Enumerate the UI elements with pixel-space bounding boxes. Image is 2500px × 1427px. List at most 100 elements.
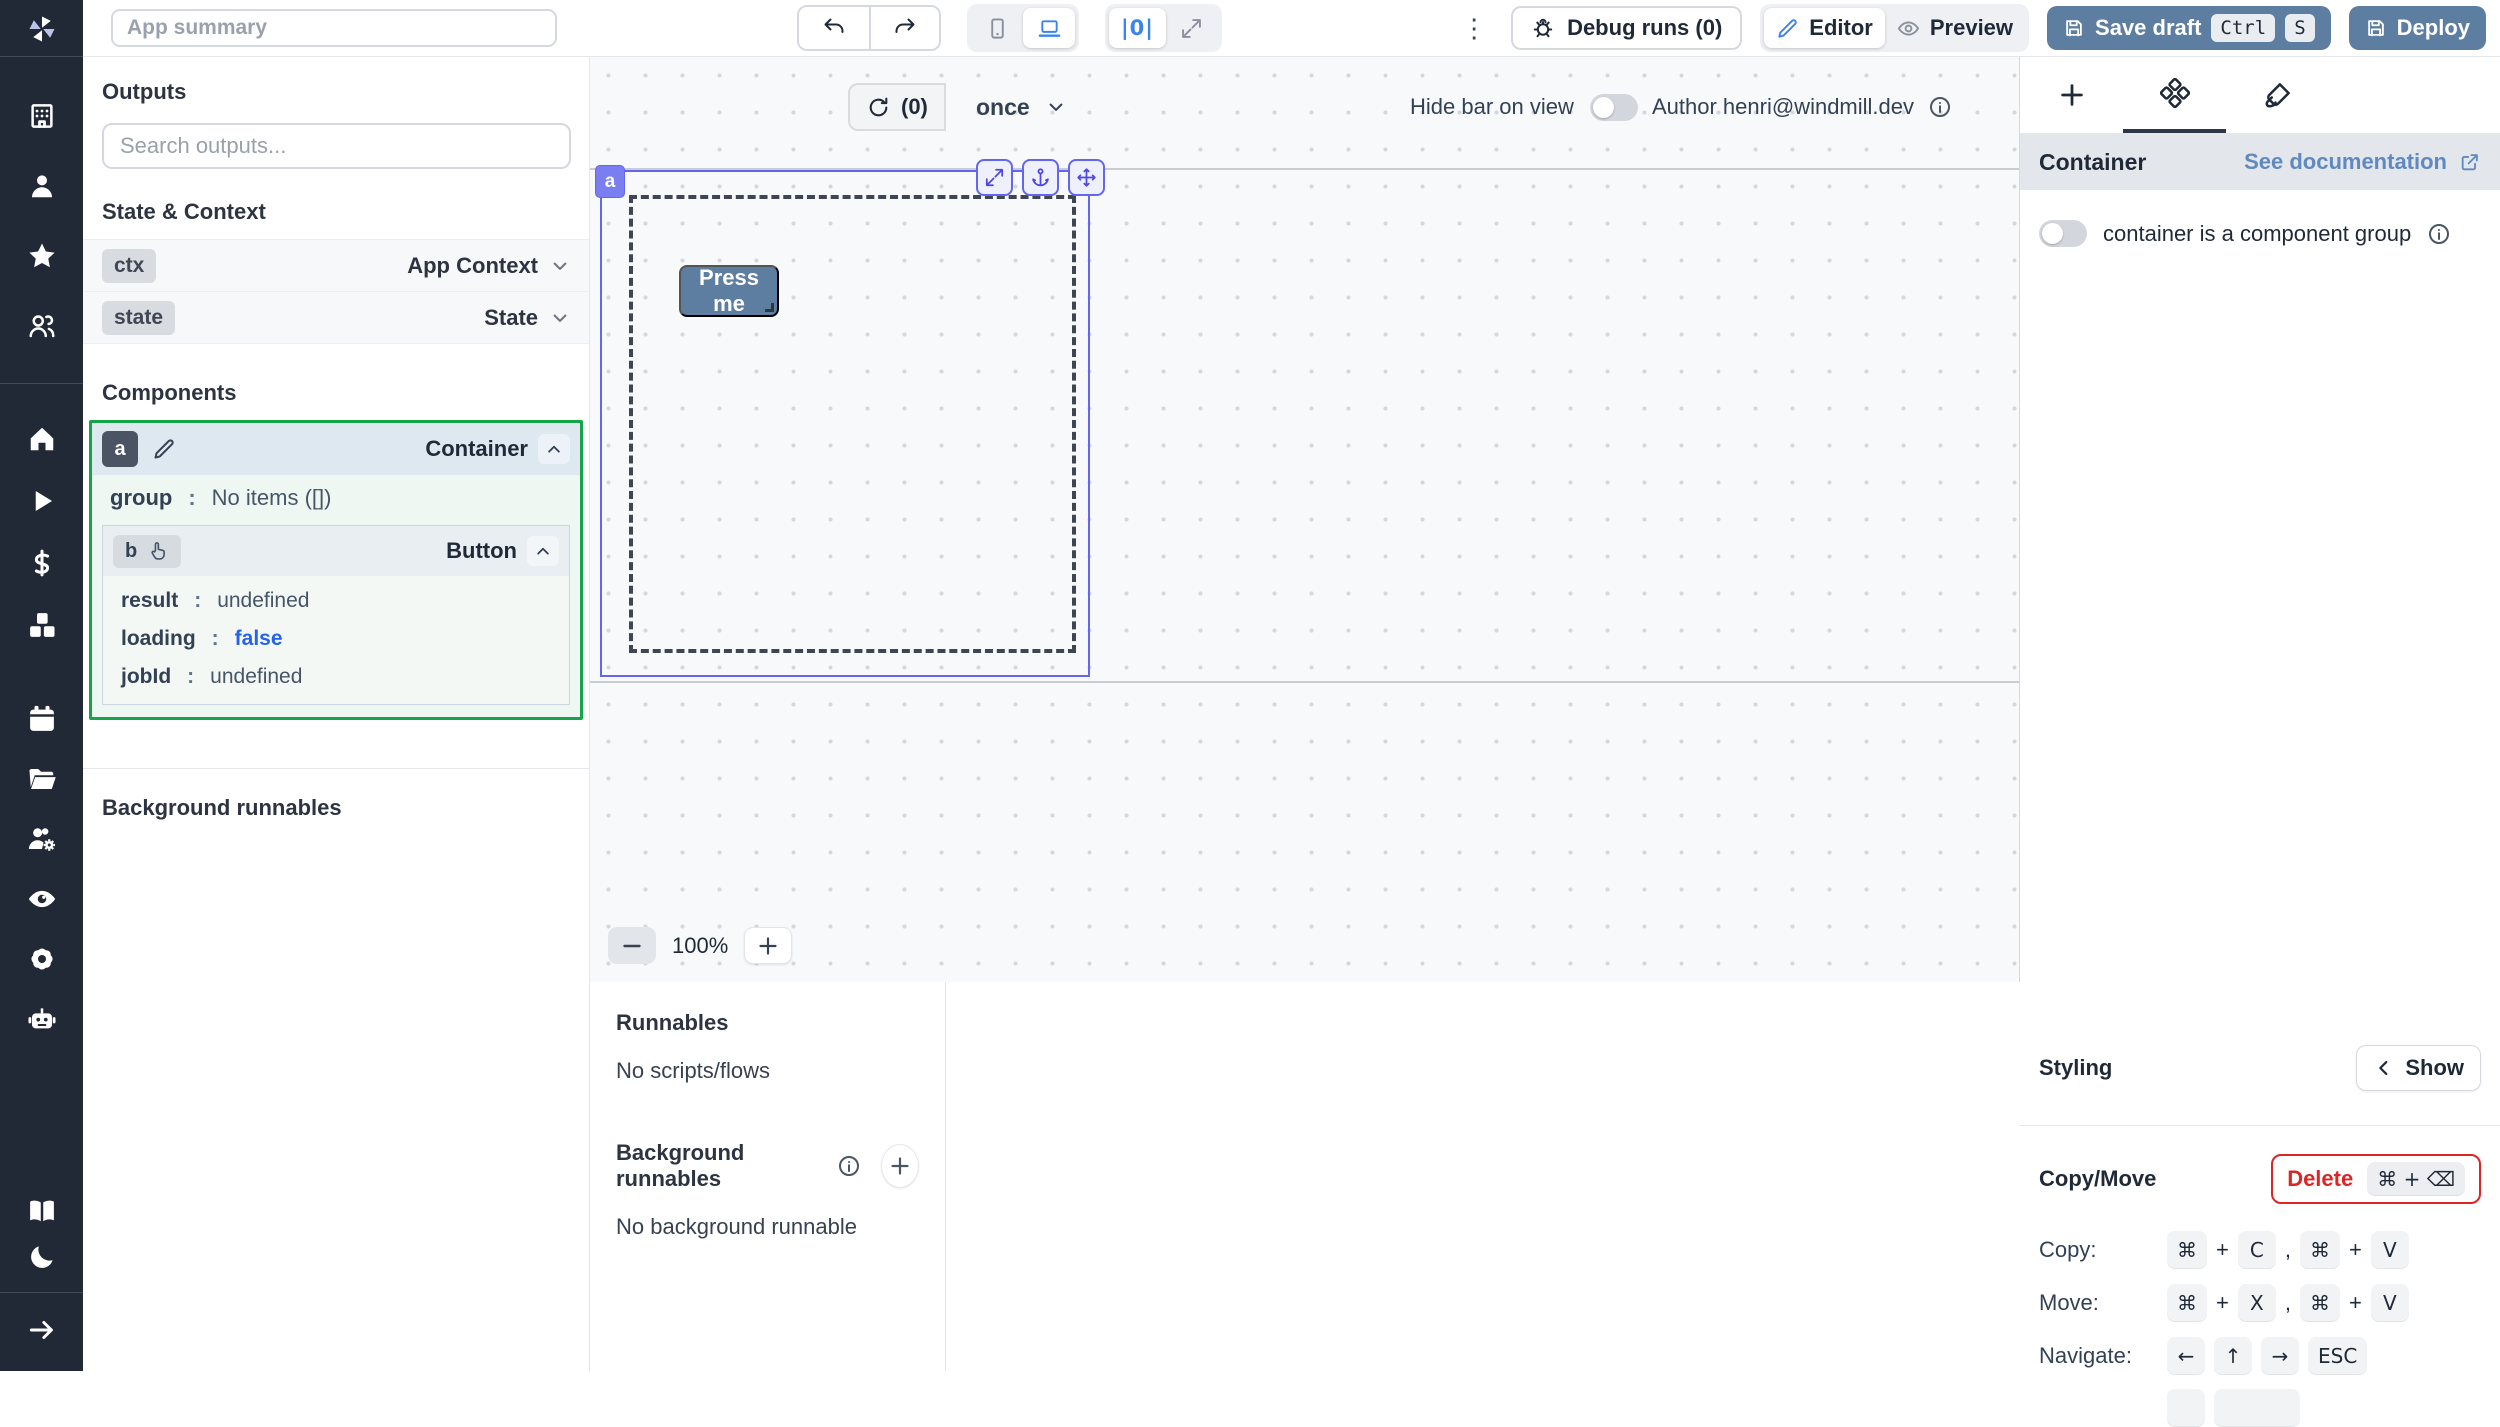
delete-component-button[interactable]: Delete ⌘ + ⌫ bbox=[2271, 1154, 2481, 1204]
save-draft-button[interactable]: Save draft Ctrl S bbox=[2047, 6, 2331, 50]
save-icon bbox=[2063, 17, 2085, 39]
outputs-panel: Outputs State & Context ctx App Context … bbox=[83, 57, 590, 1371]
variables-icon[interactable] bbox=[27, 548, 57, 578]
app-canvas[interactable]: (0) once Hide bar on view Author henri@w… bbox=[590, 57, 2020, 982]
preview-tab[interactable]: Preview bbox=[1885, 8, 2025, 48]
centered-width-button[interactable]: |0| bbox=[1109, 8, 1166, 48]
tab-global-styling[interactable] bbox=[2226, 57, 2329, 133]
see-documentation-link[interactable]: See documentation bbox=[2244, 149, 2481, 175]
prop-colon: : bbox=[194, 589, 201, 613]
partial-kbd bbox=[2167, 1389, 2205, 1427]
audit-logs-icon[interactable] bbox=[27, 884, 57, 914]
prop-row-loading[interactable]: loading : false bbox=[103, 620, 569, 658]
hide-bar-toggle[interactable] bbox=[1590, 94, 1638, 121]
state-row[interactable]: state State bbox=[83, 292, 589, 344]
chevron-down-icon[interactable] bbox=[550, 308, 570, 328]
save-draft-label: Save draft bbox=[2095, 15, 2201, 41]
resources-icon[interactable] bbox=[27, 610, 57, 640]
kbd-separator: , bbox=[2285, 1237, 2291, 1263]
background-runnables-title: Background runnables bbox=[83, 795, 589, 821]
container-id-tab[interactable]: a bbox=[595, 165, 625, 198]
debug-runs-button[interactable]: Debug runs (0) bbox=[1511, 6, 1742, 50]
undo-button[interactable] bbox=[799, 7, 869, 49]
info-icon[interactable] bbox=[1928, 95, 1952, 119]
move-handle-button[interactable] bbox=[1068, 159, 1105, 196]
windmill-logo-icon[interactable] bbox=[27, 14, 57, 44]
chevron-down-icon[interactable] bbox=[550, 256, 570, 276]
kbd-key: ⌘ bbox=[2167, 1284, 2207, 1322]
settings-gear-icon[interactable] bbox=[27, 944, 57, 974]
editor-tab[interactable]: Editor bbox=[1764, 8, 1885, 48]
deploy-icon bbox=[2365, 17, 2387, 39]
deploy-label: Deploy bbox=[2397, 15, 2470, 41]
anchor-handle-button[interactable] bbox=[1022, 159, 1059, 196]
container-component-card: a Container group : No items ([]) b Butt… bbox=[89, 420, 583, 720]
zoom-in-button[interactable] bbox=[744, 927, 792, 964]
delete-label: Delete bbox=[2287, 1166, 2353, 1192]
button-component-header[interactable]: b Button bbox=[103, 526, 569, 576]
collapse-sidebar-icon[interactable] bbox=[27, 1315, 57, 1345]
expand-handle-button[interactable] bbox=[976, 159, 1013, 196]
zoom-out-button[interactable] bbox=[608, 927, 656, 964]
ctx-row-label: App Context bbox=[407, 253, 538, 279]
groups-icon[interactable] bbox=[27, 311, 57, 341]
hide-bar-control: Hide bar on view bbox=[1410, 83, 1638, 131]
redo-button[interactable] bbox=[869, 7, 939, 49]
full-width-button[interactable] bbox=[1166, 8, 1218, 48]
desktop-view-button[interactable] bbox=[1023, 8, 1075, 48]
resize-corner-handle[interactable] bbox=[765, 303, 774, 312]
app-summary-input[interactable] bbox=[111, 9, 557, 47]
selected-container-component[interactable]: a Press me bbox=[600, 170, 1090, 677]
kbd-key: → bbox=[2261, 1337, 2299, 1375]
tab-insert-component[interactable] bbox=[2020, 57, 2123, 133]
search-outputs-input[interactable] bbox=[102, 123, 571, 169]
more-menu-button[interactable]: ⋮ bbox=[1455, 13, 1493, 44]
user-icon[interactable] bbox=[27, 171, 57, 201]
favorites-icon[interactable] bbox=[27, 241, 57, 271]
ai-robot-icon[interactable] bbox=[27, 1004, 57, 1034]
docs-book-icon[interactable] bbox=[27, 1196, 57, 1226]
prop-colon: : bbox=[212, 627, 219, 651]
mobile-view-button[interactable] bbox=[971, 8, 1023, 48]
deploy-button[interactable]: Deploy bbox=[2349, 6, 2486, 50]
refresh-button[interactable]: (0) bbox=[848, 83, 946, 131]
ctx-row[interactable]: ctx App Context bbox=[83, 240, 589, 292]
press-me-button[interactable]: Press me bbox=[679, 265, 779, 317]
prop-row-jobid[interactable]: jobId : undefined bbox=[103, 658, 569, 696]
tab-component-settings[interactable] bbox=[2123, 57, 2226, 133]
rail-divider bbox=[0, 56, 83, 57]
dark-mode-moon-icon[interactable] bbox=[27, 1242, 57, 1272]
workspace-icon[interactable] bbox=[27, 101, 57, 131]
canvas-toolbar: (0) once Hide bar on view Author henri@w… bbox=[590, 83, 2019, 131]
styling-title: Styling bbox=[2039, 1055, 2112, 1081]
kbd-key: ⌘ bbox=[2300, 1231, 2340, 1269]
prop-row-result[interactable]: result : undefined bbox=[103, 582, 569, 620]
container-drop-zone[interactable] bbox=[629, 195, 1076, 653]
edit-pencil-icon[interactable] bbox=[152, 437, 176, 461]
plus-icon bbox=[756, 934, 780, 958]
ctx-badge: ctx bbox=[102, 249, 156, 283]
groups-admin-icon[interactable] bbox=[27, 824, 57, 854]
button-id-label: b bbox=[125, 540, 137, 563]
add-background-runnable-button[interactable] bbox=[881, 1144, 919, 1188]
schedules-icon[interactable] bbox=[27, 704, 57, 734]
refresh-mode-dropdown[interactable]: once bbox=[962, 83, 1080, 131]
plus-icon bbox=[2057, 80, 2087, 110]
component-group-toggle[interactable] bbox=[2039, 220, 2087, 247]
external-link-icon bbox=[2459, 151, 2481, 173]
prop-colon: : bbox=[187, 665, 194, 689]
info-icon[interactable] bbox=[2427, 222, 2451, 246]
show-styling-button[interactable]: Show bbox=[2356, 1045, 2481, 1091]
info-icon[interactable] bbox=[837, 1154, 861, 1178]
prop-row-group[interactable]: group : No items ([]) bbox=[92, 475, 580, 521]
container-component-header[interactable]: a Container bbox=[92, 423, 580, 475]
button-id-badge: b bbox=[113, 535, 181, 568]
home-icon[interactable] bbox=[27, 424, 57, 454]
component-group-label: container is a component group bbox=[2103, 221, 2411, 247]
collapse-container-button[interactable] bbox=[538, 434, 570, 464]
component-id-badge: a bbox=[102, 431, 138, 467]
folders-icon[interactable] bbox=[27, 764, 57, 794]
collapse-button-button[interactable] bbox=[527, 536, 559, 566]
runs-icon[interactable] bbox=[27, 486, 57, 516]
pencil-icon bbox=[1776, 17, 1799, 40]
